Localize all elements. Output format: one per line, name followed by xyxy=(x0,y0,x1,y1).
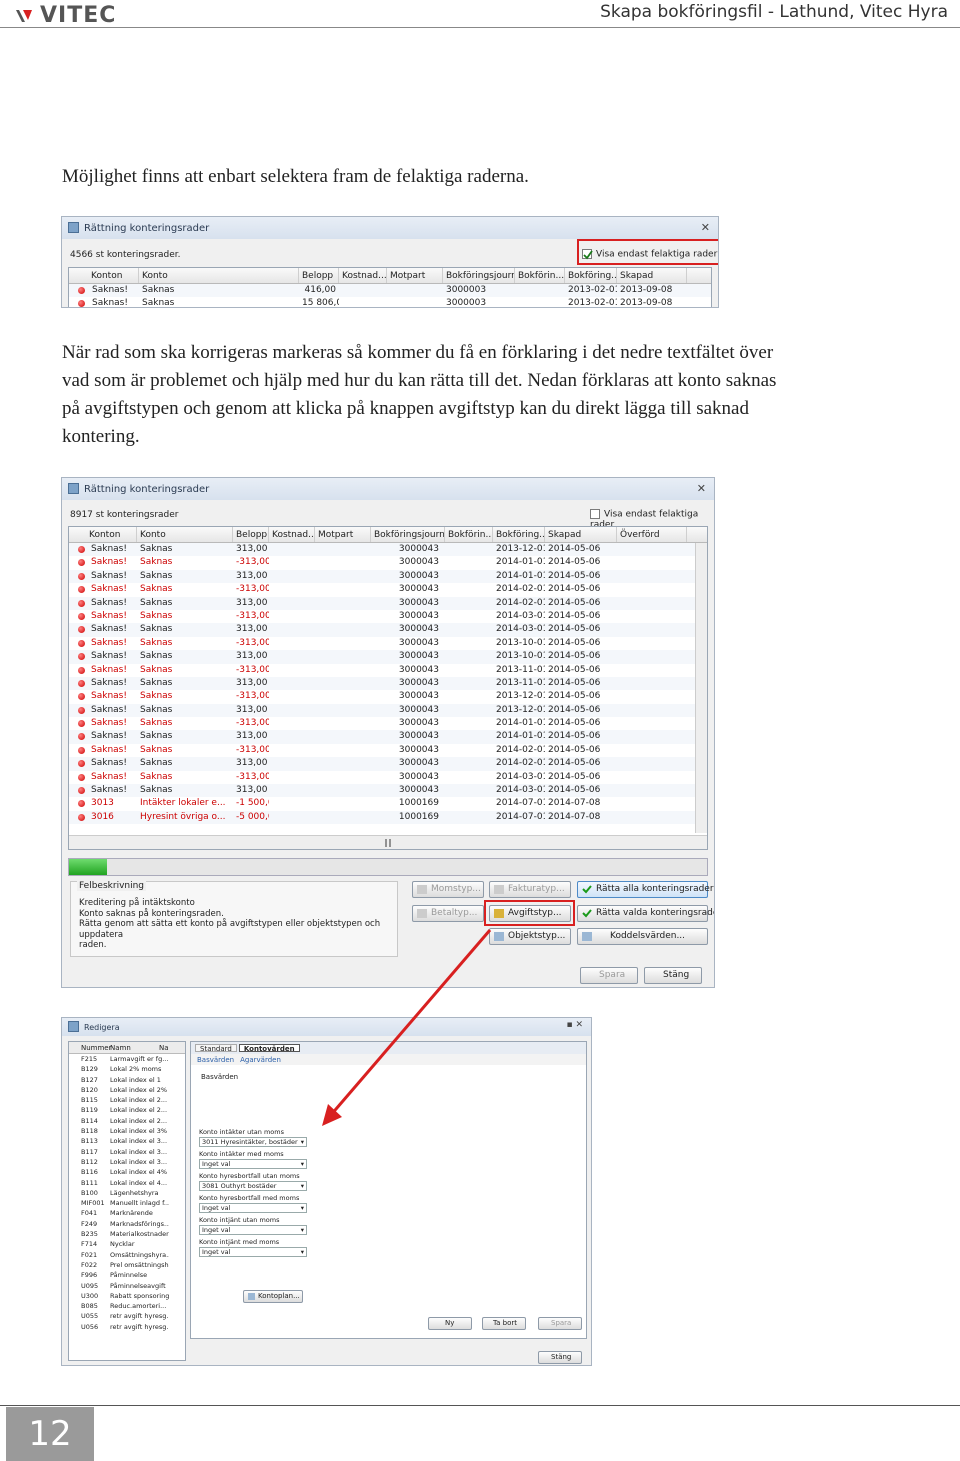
arrow-line xyxy=(328,929,492,1117)
page-number: 12 xyxy=(6,1407,94,1461)
red-arrow xyxy=(322,929,492,1126)
footer-rule xyxy=(0,1405,960,1406)
